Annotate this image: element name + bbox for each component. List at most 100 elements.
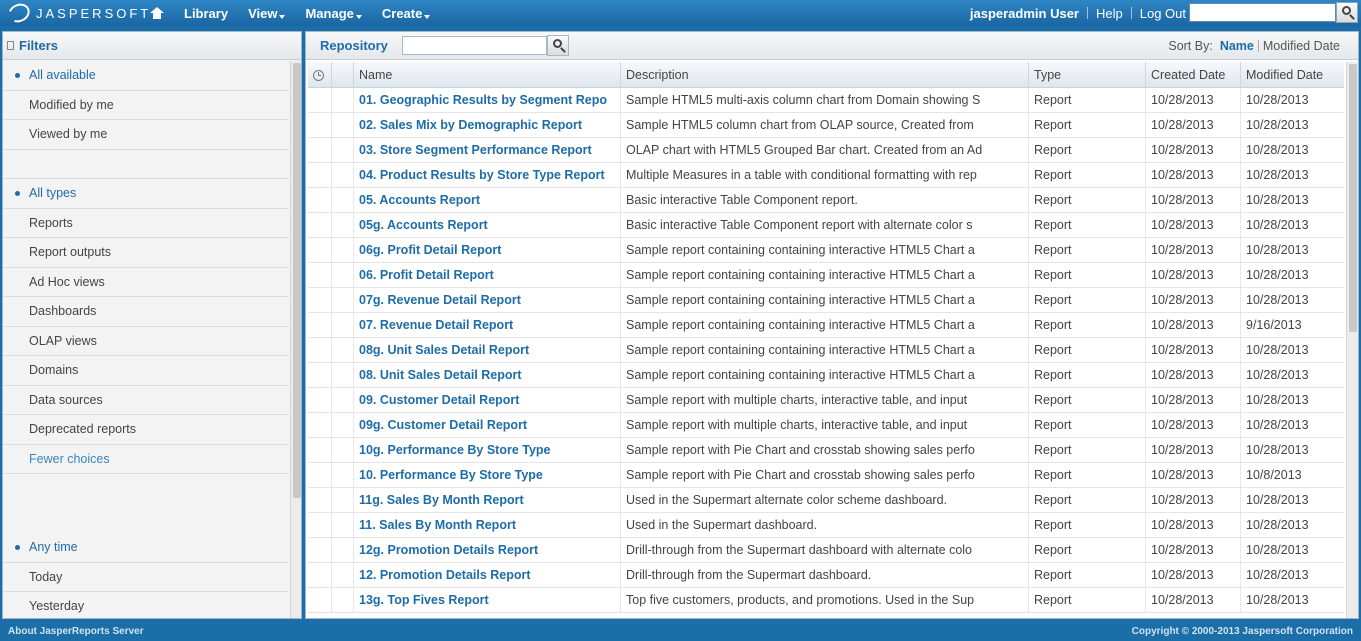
about-link[interactable]: About JasperReports Server [8,626,144,637]
row-select-cell[interactable] [332,413,354,437]
row-select-cell[interactable] [332,463,354,487]
resource-name-link[interactable]: 06. Profit Detail Report [354,263,621,287]
filter-all-available[interactable]: All available [3,61,289,91]
row-select-cell[interactable] [332,388,354,412]
jaspersoft-logo[interactable]: JASPERSOFT [5,0,151,26]
table-row[interactable]: 10g. Performance By Store Type Sample rep… [308,438,1344,463]
filter-dashboards[interactable]: Dashboards [3,297,289,327]
row-select-cell[interactable] [332,513,354,537]
filter-today[interactable]: Today [3,563,289,592]
nav-item-view[interactable]: View [248,6,286,21]
collapse-icon[interactable] [7,41,14,50]
resource-name-link[interactable]: 08g. Unit Sales Detail Report [354,338,621,362]
table-row[interactable]: 06. Profit Detail Report Sample report co… [308,263,1344,288]
table-row[interactable]: 09g. Customer Detail Report Sample report… [308,413,1344,438]
filter-ad-hoc-views[interactable]: Ad Hoc views [3,268,289,297]
resource-name-link[interactable]: 05g. Accounts Report [354,213,621,237]
resource-name-link[interactable]: 09. Customer Detail Report [354,388,621,412]
resource-name-link[interactable]: 07g. Revenue Detail Report [354,288,621,312]
row-select-cell[interactable] [332,188,354,212]
row-select-cell[interactable] [332,213,354,237]
filter-domains[interactable]: Domains [3,356,289,386]
table-row[interactable]: 06g. Profit Detail Report Sample report c… [308,238,1344,263]
table-row[interactable]: 09. Customer Detail Report Sample report … [308,388,1344,413]
column-header-created-date[interactable]: Created Date [1146,62,1241,88]
table-row[interactable]: 02. Sales Mix by Demographic Report Sampl… [308,113,1344,138]
filters-scrollbar[interactable] [290,61,301,618]
global-search-input[interactable] [1189,3,1336,22]
row-select-cell[interactable] [332,363,354,387]
filter-deprecated-reports[interactable]: Deprecated reports [3,415,289,445]
logout-link[interactable]: Log Out [1140,6,1186,21]
nav-item-manage[interactable]: Manage [305,6,362,21]
repository-search-input[interactable] [402,36,547,55]
resource-name-link[interactable]: 11g. Sales By Month Report [354,488,621,512]
row-select-cell[interactable] [332,138,354,162]
home-icon[interactable] [150,7,164,19]
column-header-type[interactable]: Type [1029,62,1146,88]
table-row[interactable]: 07. Revenue Detail Report Sample report c… [308,313,1344,338]
table-row[interactable]: 12. Promotion Details Report Drill-throug… [308,563,1344,588]
resource-name-link[interactable]: 12g. Promotion Details Report [354,538,621,562]
filter-reports[interactable]: Reports [3,209,289,238]
repository-search-button[interactable] [547,35,569,56]
scrollbar-thumb[interactable] [293,63,301,498]
resource-name-link[interactable]: 02. Sales Mix by Demographic Report [354,113,621,137]
resource-name-link[interactable]: 11. Sales By Month Report [354,513,621,537]
row-select-cell[interactable] [332,563,354,587]
resource-name-link[interactable]: 01. Geographic Results by Segment Repo [354,88,621,112]
row-select-cell[interactable] [332,88,354,112]
filter-any-time[interactable]: Any time [3,533,289,563]
table-row[interactable]: 05g. Accounts Report Basic interactive Ta… [308,213,1344,238]
resource-name-link[interactable]: 08. Unit Sales Detail Report [354,363,621,387]
row-select-cell[interactable] [332,488,354,512]
row-select-cell[interactable] [332,313,354,337]
row-select-cell[interactable] [332,288,354,312]
filter-data-sources[interactable]: Data sources [3,386,289,415]
table-row[interactable]: 11. Sales By Month Report Used in the Sup… [308,513,1344,538]
filter-olap-views[interactable]: OLAP views [3,327,289,356]
row-select-cell[interactable] [332,538,354,562]
filter-modified-by-me[interactable]: Modified by me [3,91,289,120]
row-select-cell[interactable] [332,263,354,287]
table-row[interactable]: 10. Performance By Store Type Sample repo… [308,463,1344,488]
resource-name-link[interactable]: 03. Store Segment Performance Report [354,138,621,162]
fewer-choices-link[interactable]: Fewer choices [3,445,289,474]
resource-name-link[interactable]: 06g. Profit Detail Report [354,238,621,262]
resource-name-link[interactable]: 10g. Performance By Store Type [354,438,621,462]
row-select-cell[interactable] [332,588,354,612]
row-select-cell[interactable] [332,163,354,187]
row-select-cell[interactable] [332,113,354,137]
column-header-name[interactable]: Name [354,62,621,88]
column-header-modified-date[interactable]: Modified Date [1241,62,1344,88]
resource-name-link[interactable]: 04. Product Results by Store Type Report [354,163,621,187]
row-select-cell[interactable] [332,438,354,462]
column-header-description[interactable]: Description [621,62,1029,88]
table-row[interactable]: 11g. Sales By Month Report Used in the Su… [308,488,1344,513]
table-row[interactable]: 12g. Promotion Details Report Drill-throu… [308,538,1344,563]
user-name-link[interactable]: jasperadmin User [970,6,1079,21]
table-row[interactable]: 08g. Unit Sales Detail Report Sample repo… [308,338,1344,363]
table-row[interactable]: 04. Product Results by Store Type Report… [308,163,1344,188]
global-search-button[interactable] [1336,2,1358,23]
filter-report-outputs[interactable]: Report outputs [3,238,289,268]
table-row[interactable]: 03. Store Segment Performance Report OLAP… [308,138,1344,163]
resource-name-link[interactable]: 13g. Top Fives Report [354,588,621,612]
resource-name-link[interactable]: 10. Performance By Store Type [354,463,621,487]
filter-viewed-by-me[interactable]: Viewed by me [3,120,289,150]
filter-all-types[interactable]: All types [3,179,289,209]
repository-scrollbar[interactable] [1346,62,1358,618]
table-row[interactable]: 13g. Top Fives Report Top five customers,… [308,588,1344,613]
scrollbar-thumb[interactable] [1349,64,1357,332]
resource-name-link[interactable]: 05. Accounts Report [354,188,621,212]
nav-item-create[interactable]: Create [382,6,431,21]
row-select-cell[interactable] [332,338,354,362]
sort-by-name[interactable]: Name [1220,39,1254,53]
filter-yesterday[interactable]: Yesterday [3,592,289,618]
table-row[interactable]: 07g. Revenue Detail Report Sample report … [308,288,1344,313]
nav-item-library[interactable]: Library [184,6,228,21]
row-select-cell[interactable] [332,238,354,262]
help-link[interactable]: Help [1096,6,1123,21]
table-row[interactable]: 08. Unit Sales Detail Report Sample repor… [308,363,1344,388]
resource-name-link[interactable]: 07. Revenue Detail Report [354,313,621,337]
